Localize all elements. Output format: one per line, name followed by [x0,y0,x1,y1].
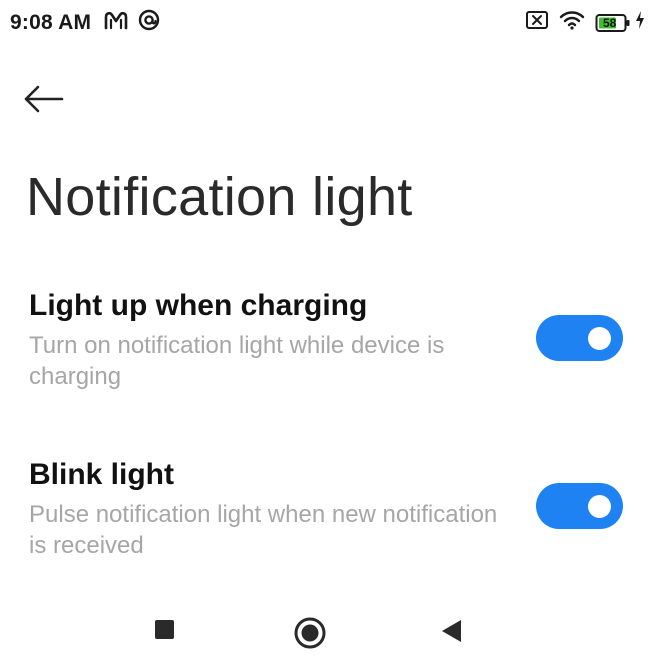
sim-blocked-icon [525,10,549,35]
status-right-icons: 58 [525,10,645,35]
back-button[interactable] [22,78,78,124]
back-triangle-icon [439,616,465,649]
setting-summary: Pulse notification light when new notifi… [29,501,498,559]
status-time: 9:08 AM [10,11,92,34]
toggle-knob [588,327,611,350]
setting-title: Blink light [29,458,174,491]
setting-title: Light up when charging [29,289,368,322]
battery-icon: 58 [595,13,631,33]
page-title: Notification light [26,167,413,227]
navigation-bar [0,610,649,652]
status-left-icons [103,9,160,36]
back-arrow-icon [22,84,64,119]
charging-bolt-icon [635,10,645,35]
nav-back-button[interactable] [432,616,472,656]
setting-light-up-when-charging[interactable]: Light up when charging Turn on notificat… [0,286,649,396]
toggle-knob [588,495,611,518]
blink-light-toggle[interactable] [536,483,623,529]
status-bar: 9:08 AM 58 [0,0,649,48]
setting-blink-light[interactable]: Blink light Pulse notification light whe… [0,455,649,565]
m-app-icon [103,9,129,36]
recents-square-icon [153,616,177,645]
light-up-when-charging-toggle[interactable] [536,315,623,361]
recents-button[interactable] [145,616,185,656]
battery-level: 58 [603,15,617,30]
setting-summary: Turn on notification light while device … [29,332,445,390]
home-circle-icon [293,616,327,655]
wifi-icon [559,10,585,35]
home-button[interactable] [290,616,330,656]
at-sign-icon [138,9,160,36]
